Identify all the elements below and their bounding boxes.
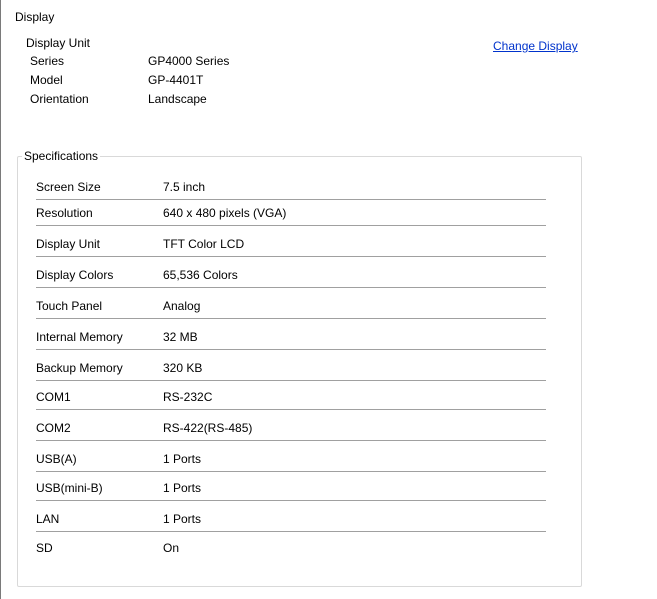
spec-label: Screen Size — [36, 180, 101, 194]
spec-label: COM2 — [36, 421, 71, 435]
spec-row-usb-a: USB(A) 1 Ports — [36, 447, 546, 472]
display-settings-panel: Display Display Unit Series GP4000 Serie… — [0, 0, 657, 599]
display-unit-title: Display Unit — [26, 36, 91, 50]
spec-value: 1 Ports — [163, 481, 202, 495]
spec-value: TFT Color LCD — [163, 237, 245, 251]
spec-value: On — [163, 541, 180, 555]
spec-row-usb-mini-b: USB(mini-B) 1 Ports — [36, 476, 546, 501]
info-value: Landscape — [148, 92, 207, 106]
spec-label: Touch Panel — [36, 299, 103, 313]
spec-row-display-unit: Display Unit TFT Color LCD — [36, 232, 546, 257]
info-label: Series — [30, 54, 65, 68]
spec-value: 7.5 inch — [163, 180, 206, 194]
spec-row-internal-memory: Internal Memory 32 MB — [36, 325, 546, 350]
spec-value: 320 KB — [163, 361, 203, 375]
spec-label: Resolution — [36, 206, 93, 220]
info-value: GP-4401T — [148, 73, 204, 87]
spec-label: LAN — [36, 512, 60, 526]
spec-label: Display Colors — [36, 268, 114, 282]
spec-label: Display Unit — [36, 237, 101, 251]
info-label: Model — [30, 73, 63, 87]
spec-value: RS-422(RS-485) — [163, 421, 253, 435]
specifications-title: Specifications — [22, 148, 101, 164]
spec-row-backup-memory: Backup Memory 320 KB — [36, 356, 546, 381]
spec-row-sd: SD On — [36, 536, 546, 561]
spec-row-screen-size: Screen Size 7.5 inch — [36, 175, 546, 200]
spec-value: 65,536 Colors — [163, 268, 238, 282]
spec-value: 1 Ports — [163, 512, 202, 526]
spec-label: USB(mini-B) — [36, 481, 103, 495]
spec-row-resolution: Resolution 640 x 480 pixels (VGA) — [36, 201, 546, 226]
spec-label: SD — [36, 541, 53, 555]
spec-row-display-colors: Display Colors 65,536 Colors — [36, 263, 546, 288]
spec-label: COM1 — [36, 390, 71, 404]
spec-value: 1 Ports — [163, 452, 202, 466]
spec-value: 32 MB — [163, 330, 198, 344]
spec-value: Analog — [163, 299, 201, 313]
panel-left-border — [0, 0, 1, 599]
spec-row-touch-panel: Touch Panel Analog — [36, 294, 546, 319]
spec-row-com1: COM1 RS-232C — [36, 385, 546, 410]
info-label: Orientation — [30, 92, 89, 106]
spec-row-com2: COM2 RS-422(RS-485) — [36, 416, 546, 441]
spec-value: 640 x 480 pixels (VGA) — [163, 206, 287, 220]
display-section-title: Display — [15, 10, 55, 24]
spec-label: USB(A) — [36, 452, 77, 466]
spec-value: RS-232C — [163, 390, 213, 404]
spec-row-lan: LAN 1 Ports — [36, 507, 546, 532]
change-display-link[interactable]: Change Display — [493, 38, 578, 54]
spec-label: Backup Memory — [36, 361, 123, 375]
spec-label: Internal Memory — [36, 330, 123, 344]
info-value: GP4000 Series — [148, 54, 230, 68]
